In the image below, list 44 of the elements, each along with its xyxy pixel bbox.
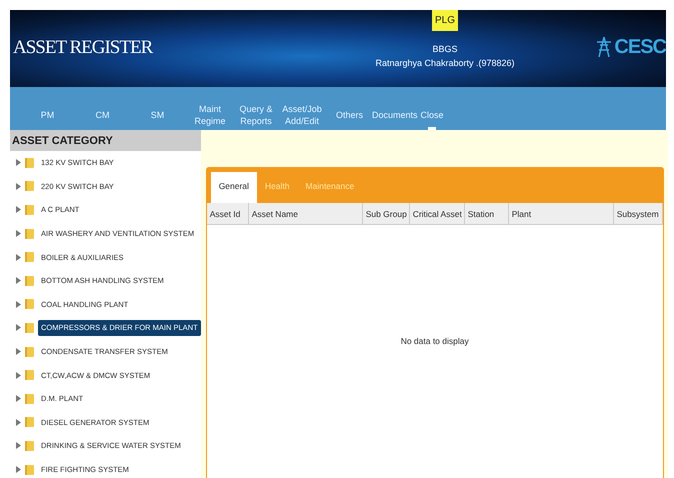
expand-arrow-icon[interactable]: [16, 300, 21, 308]
expand-arrow-icon[interactable]: [16, 230, 21, 238]
expand-arrow-icon[interactable]: [16, 324, 21, 332]
expand-arrow-icon[interactable]: [16, 206, 21, 214]
expand-arrow-icon[interactable]: [16, 418, 21, 426]
column-header[interactable]: Sub Group: [362, 203, 410, 224]
folder-icon: [25, 417, 34, 428]
column-header[interactable]: Plant: [508, 203, 614, 224]
folder-icon: [25, 322, 34, 333]
expand-arrow-icon[interactable]: [16, 159, 21, 166]
sidebar-title: ASSET CATEGORY: [10, 130, 201, 151]
expand-arrow-icon[interactable]: [16, 277, 21, 284]
folder-icon: [25, 394, 34, 404]
folder-icon: [25, 228, 34, 239]
folder-icon: [25, 299, 34, 310]
expand-arrow-icon[interactable]: [16, 348, 21, 356]
folder-icon: [25, 158, 34, 168]
app-title: ASSET REGISTER: [12, 36, 152, 60]
expand-arrow-icon[interactable]: [16, 372, 21, 379]
column-header[interactable]: Critical Asset: [410, 203, 465, 224]
expand-arrow-icon[interactable]: [16, 442, 21, 450]
column-header[interactable]: Subsystem: [614, 203, 663, 224]
plant-badge: PLG: [432, 10, 458, 31]
folder-icon: [25, 181, 34, 192]
folder-icon: [25, 252, 34, 262]
user-text: Ratnarghya Chakraborty .(978826): [375, 56, 515, 70]
folder-icon: [25, 346, 34, 357]
station-text: BBGS: [432, 43, 458, 56]
column-header[interactable]: Station: [464, 203, 509, 224]
folder-icon: [25, 464, 34, 475]
tab[interactable]: General: [210, 172, 257, 203]
expand-arrow-icon[interactable]: [16, 254, 21, 261]
folder-icon: [25, 276, 34, 286]
column-header[interactable]: Asset Id: [206, 203, 249, 224]
empty-message: No data to display: [400, 335, 469, 348]
folder-icon: [25, 440, 34, 451]
folder-icon: [25, 370, 34, 380]
column-header[interactable]: Asset Name: [248, 203, 363, 224]
company-logo: CESC: [614, 37, 666, 57]
expand-arrow-icon[interactable]: [16, 182, 21, 190]
tower-icon: [596, 36, 612, 58]
expand-arrow-icon[interactable]: [16, 466, 21, 474]
folder-icon: [25, 204, 34, 215]
expand-arrow-icon[interactable]: [16, 395, 21, 402]
